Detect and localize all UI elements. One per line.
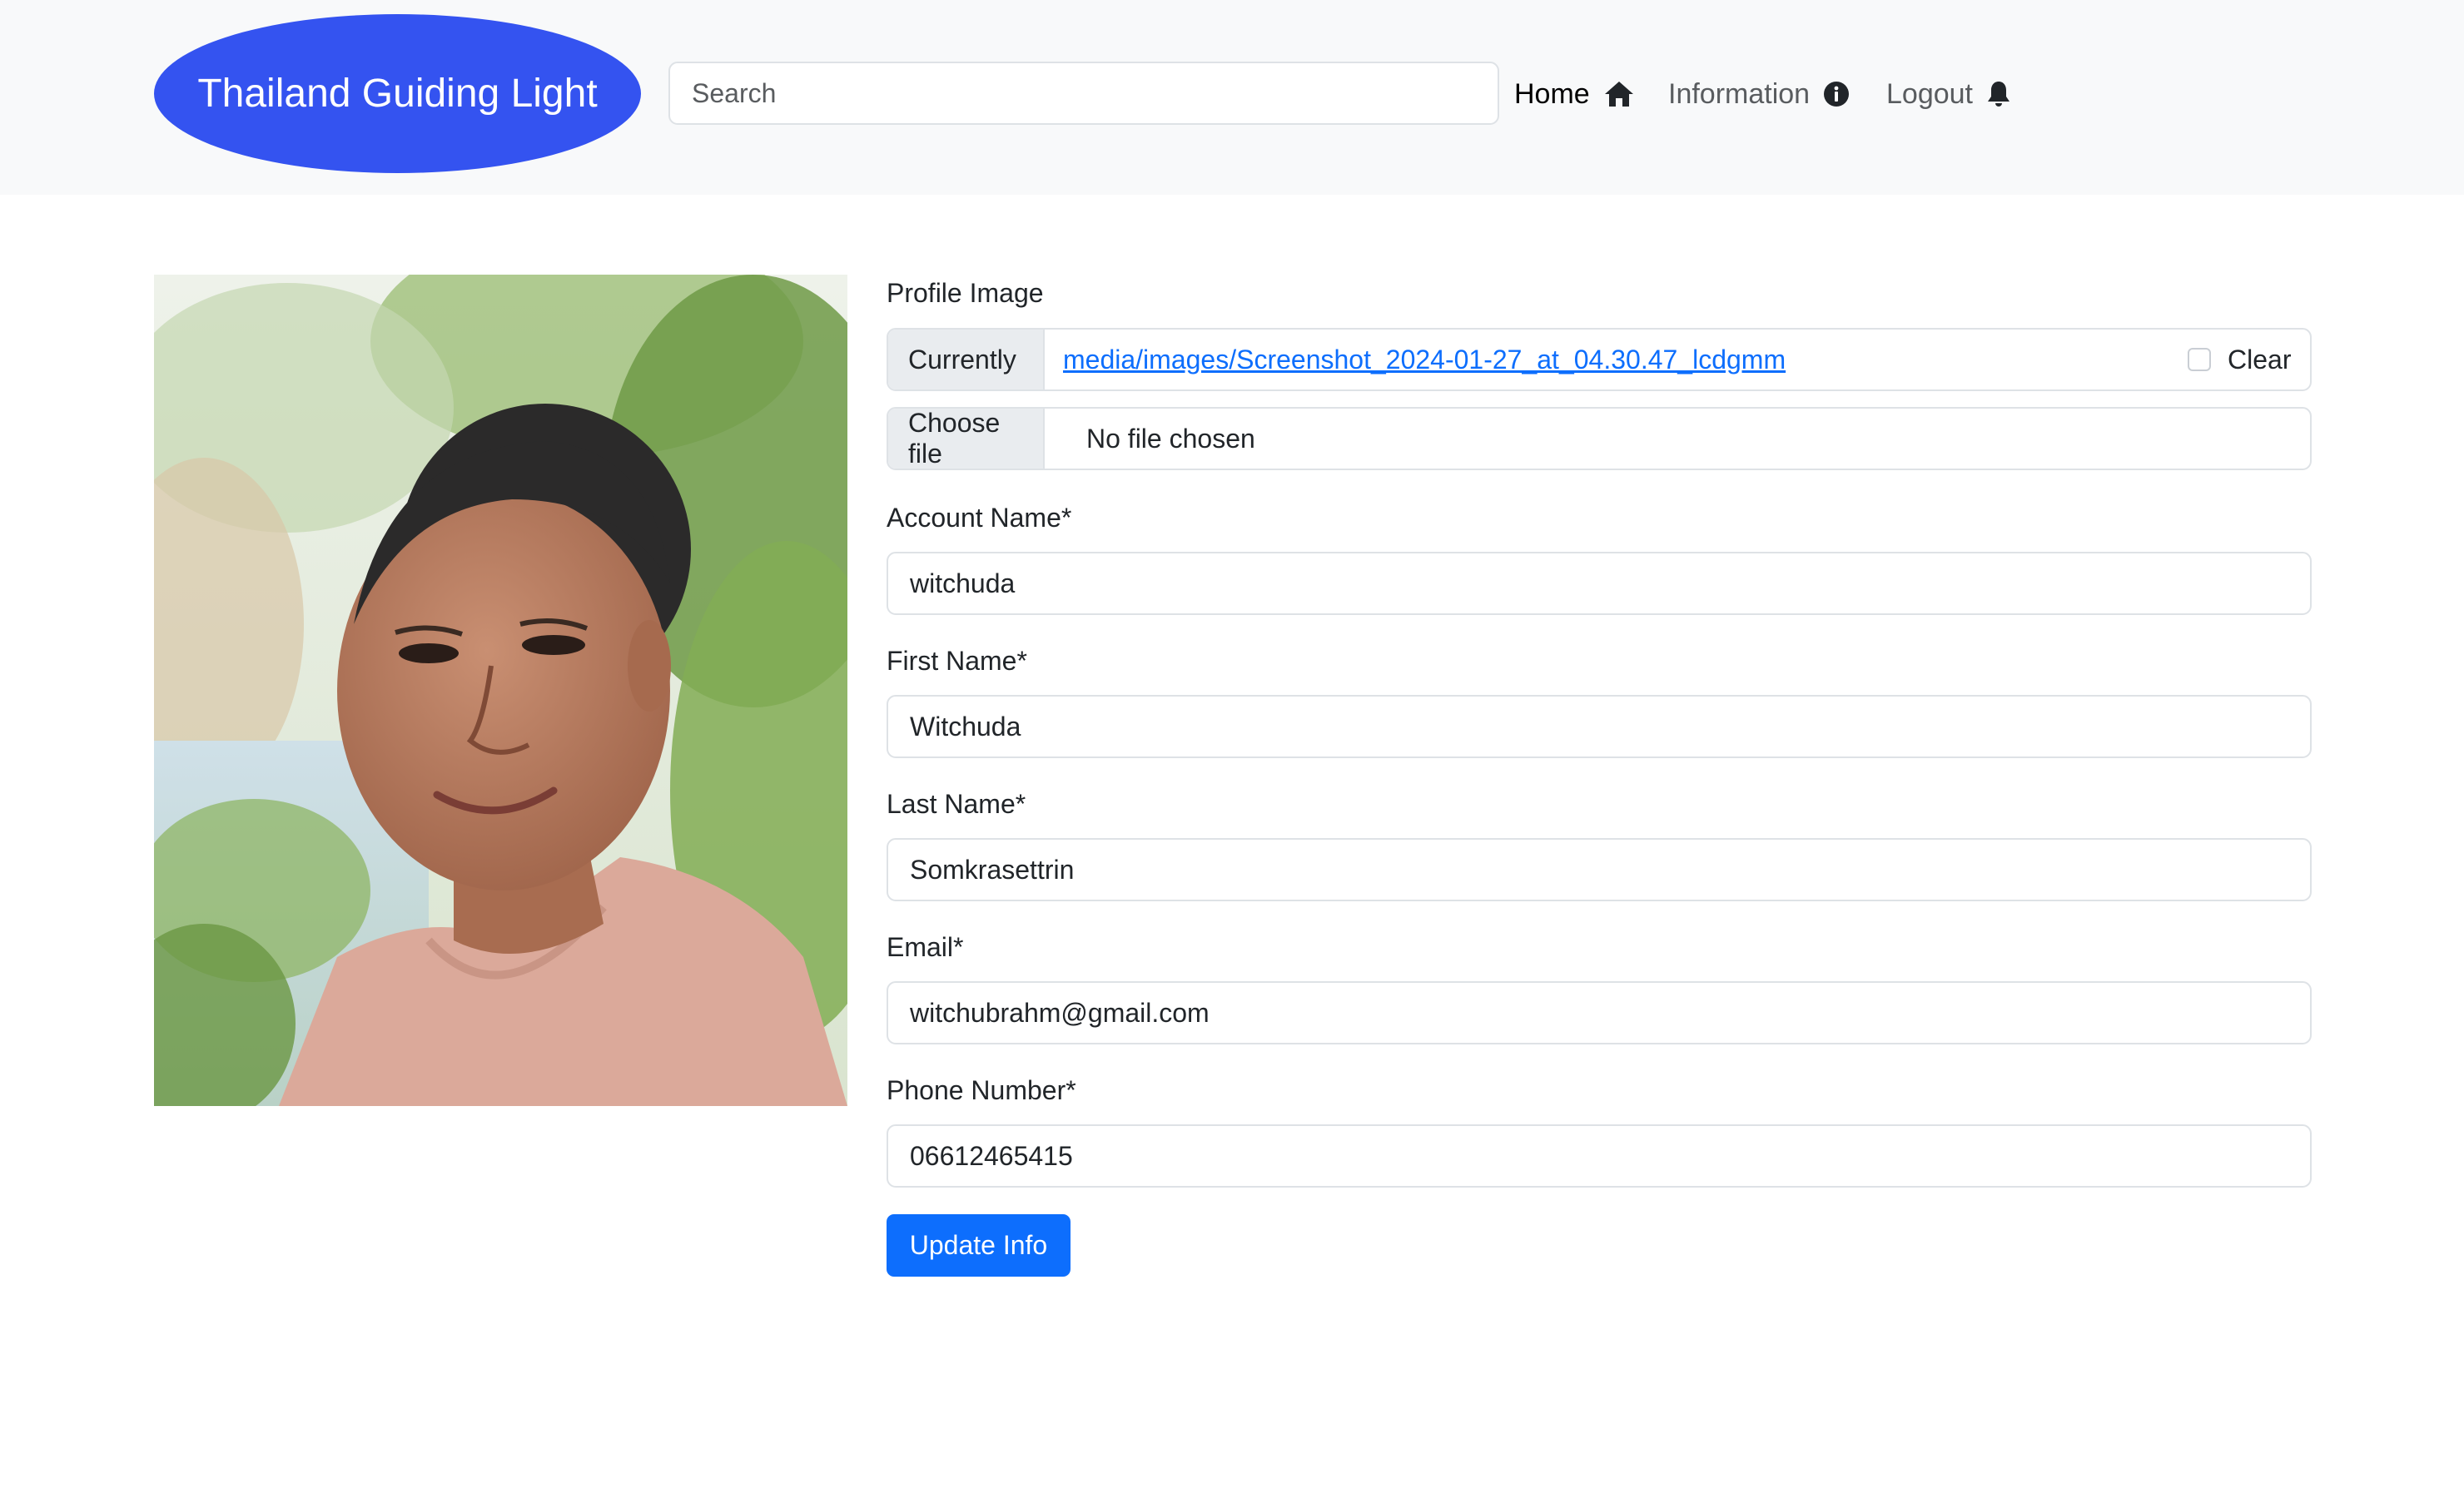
file-status-text: No file chosen xyxy=(1086,424,1255,454)
clear-checkbox[interactable] xyxy=(2188,348,2211,371)
last-name-input[interactable]: Somkrasettrin xyxy=(887,838,2312,901)
account-name-value: witchuda xyxy=(910,568,1016,598)
nav-information-link[interactable]: Information xyxy=(1668,69,1850,119)
first-name-value: Witchuda xyxy=(910,712,1021,742)
bell-icon xyxy=(1988,82,2009,107)
nav-home-link[interactable]: Home xyxy=(1514,69,1635,119)
current-file-group: Currently media/images/Screenshot_2024-0… xyxy=(887,328,2312,391)
phone-number-input[interactable]: 06612465415 xyxy=(887,1124,2312,1188)
currently-addon: Currently xyxy=(888,330,1045,389)
email-label: Email* xyxy=(887,932,964,962)
profile-photo xyxy=(154,275,847,1106)
last-name-value: Somkrasettrin xyxy=(910,855,1075,885)
home-icon xyxy=(1604,82,1633,107)
file-input[interactable]: Choose file No file chosen xyxy=(887,407,2312,470)
nav-home-label: Home xyxy=(1514,77,1590,110)
profile-image-label: Profile Image xyxy=(887,278,1044,308)
info-icon xyxy=(1824,82,1850,107)
search-input[interactable] xyxy=(668,62,1499,125)
account-name-input[interactable]: witchuda xyxy=(887,552,2312,615)
account-name-label: Account Name* xyxy=(887,503,1072,533)
email-value: witchubrahm@gmail.com xyxy=(910,998,1210,1028)
clear-label[interactable]: Clear xyxy=(2228,330,2291,389)
phone-number-value: 06612465415 xyxy=(910,1141,1073,1171)
current-file-link[interactable]: media/images/Screenshot_2024-01-27_at_04… xyxy=(1063,330,1786,389)
choose-file-button[interactable]: Choose file xyxy=(888,408,1045,469)
brand-logo[interactable]: Thailand Guiding Light xyxy=(154,14,641,173)
phone-number-label: Phone Number* xyxy=(887,1075,1076,1105)
email-input[interactable]: witchubrahm@gmail.com xyxy=(887,981,2312,1044)
navbar: Thailand Guiding Light Home Information … xyxy=(0,0,2464,195)
first-name-input[interactable]: Witchuda xyxy=(887,695,2312,758)
nav-logout-label: Logout xyxy=(1886,77,1973,110)
nav-logout-link[interactable]: Logout xyxy=(1886,69,2011,119)
last-name-label: Last Name* xyxy=(887,789,1026,819)
nav-information-label: Information xyxy=(1668,77,1811,110)
first-name-label: First Name* xyxy=(887,646,1027,676)
update-info-button[interactable]: Update Info xyxy=(887,1214,1071,1277)
